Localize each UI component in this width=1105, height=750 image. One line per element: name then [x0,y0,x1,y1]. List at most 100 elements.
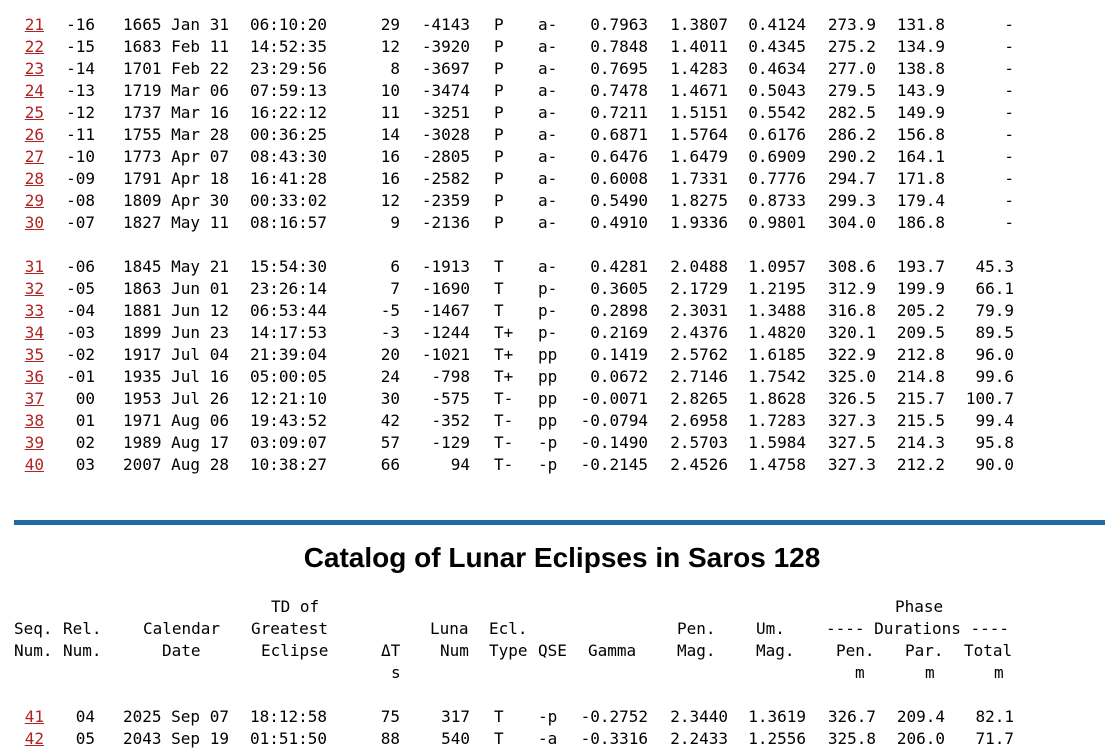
dur-total-cell: - [1004,169,1014,188]
luna-num-cell: -1913 [421,257,470,276]
table-row: 23 -14 1701 Feb 22 23:29:56 8 -3697 Pa- 0.7695 1… [0,58,1105,80]
ecl-type-cell: T- [494,411,514,430]
pen-mag-cell: 1.6479 [670,147,728,166]
seq-num-link[interactable]: 25 [14,102,44,124]
table-row: 30 -07 1827 May 11 08:16:57 9 -2136 Pa- 0.4910 1… [0,212,1105,234]
rel-num-cell: -14 [66,59,95,78]
dur-pen-cell: 275.2 [827,37,876,56]
rel-num-cell: -11 [66,125,95,144]
dur-total-cell: 99.4 [975,411,1014,430]
pen-mag-cell: 1.4671 [670,81,728,100]
pen-mag-cell: 1.8275 [670,191,728,210]
um-mag-cell: 1.7283 [748,411,806,430]
delta-t-cell: 12 [380,191,400,210]
td-greatest-cell: 05:00:05 [250,367,328,386]
dur-pen-cell: 273.9 [827,15,876,34]
calendar-date-cell: 1881 Jun 12 [123,301,229,320]
pen-mag-cell: 2.7146 [670,367,728,386]
calendar-date-cell: 1791 Apr 18 [123,169,229,188]
seq-num-link[interactable]: 42 [14,728,44,750]
calendar-date-cell: 1773 Apr 07 [123,147,229,166]
seq-num-link[interactable]: 31 [14,256,44,278]
calendar-date-cell: 1917 Jul 04 [123,345,229,364]
table-row: 22 -15 1683 Feb 11 14:52:35 12 -3920 Pa- 0.7848… [0,36,1105,58]
qse-cell: a- [538,103,558,122]
header-ecl-line1: Ecl. [489,619,528,638]
dur-total-cell: 95.8 [975,433,1014,452]
ecl-type-cell: T [494,257,504,276]
td-greatest-cell: 01:51:50 [250,729,328,748]
seq-num-link[interactable]: 34 [14,322,44,344]
td-greatest-cell: 23:26:14 [250,279,328,298]
ecl-type-cell: P [494,103,504,122]
seq-num-link[interactable]: 33 [14,300,44,322]
pen-mag-cell: 2.4376 [670,323,728,342]
luna-num-cell: -129 [431,433,470,452]
seq-num-link[interactable]: 29 [14,190,44,212]
seq-num-link[interactable]: 37 [14,388,44,410]
ecl-type-cell: T+ [494,345,514,364]
seq-num-link[interactable]: 21 [14,14,44,36]
table-row: 41 04 2025 Sep 07 18:12:58 75 317 T -p -0.2752 2.… [0,706,1105,728]
seq-num-link[interactable]: 36 [14,366,44,388]
pen-mag-cell: 2.1729 [670,279,728,298]
dur-par-cell: 143.9 [896,81,945,100]
dur-pen-cell: 326.5 [827,389,876,408]
gamma-cell: 0.7211 [590,103,648,122]
qse-cell: a- [538,15,558,34]
seq-num-link[interactable]: 32 [14,278,44,300]
header-calendar-line2: Date [162,641,201,660]
ecl-type-cell: P [494,37,504,56]
qse-cell: -p [538,433,558,452]
seq-num-link[interactable]: 26 [14,124,44,146]
seq-num-link[interactable]: 28 [14,168,44,190]
dur-par-cell: 215.5 [896,411,945,430]
delta-t-cell: 7 [390,279,400,298]
seq-num-link[interactable]: 40 [14,454,44,476]
dur-pen-cell: 290.2 [827,147,876,166]
dur-par-cell: 156.8 [896,125,945,144]
seq-num-link[interactable]: 22 [14,36,44,58]
qse-cell: a- [538,147,558,166]
gamma-cell: 0.6008 [590,169,648,188]
calendar-date-cell: 1701 Feb 22 [123,59,229,78]
seq-num-link[interactable]: 35 [14,344,44,366]
header-duration-par-unit: m [925,663,935,682]
header-durations: ---- Durations ---- [826,619,1010,638]
seq-num-link[interactable]: 38 [14,410,44,432]
header-dt-unit: s [391,663,401,682]
td-greatest-cell: 15:54:30 [250,257,328,276]
seq-num-link[interactable]: 23 [14,58,44,80]
catalog-title: Catalog of Lunar Eclipses in Saros 128 [303,542,821,573]
header-duration-total: Total [964,641,1013,660]
ecl-type-cell: P [494,169,504,188]
qse-cell: pp [538,411,558,430]
delta-t-cell: 29 [380,15,400,34]
calendar-date-cell: 1827 May 11 [123,213,229,232]
pen-mag-cell: 2.0488 [670,257,728,276]
td-greatest-cell: 19:43:52 [250,411,328,430]
seq-num-link[interactable]: 30 [14,212,44,234]
dur-pen-cell: 327.5 [827,433,876,452]
dur-pen-cell: 327.3 [827,455,876,474]
dur-total-cell: - [1004,59,1014,78]
calendar-date-cell: 1989 Aug 17 [123,433,229,452]
seq-num-link[interactable]: 41 [14,706,44,728]
seq-num-link[interactable]: 39 [14,432,44,454]
dur-pen-cell: 322.9 [827,345,876,364]
rel-num-cell: -12 [66,103,95,122]
ecl-type-cell: P [494,125,504,144]
seq-num-link[interactable]: 24 [14,80,44,102]
gamma-cell: -0.1490 [580,433,648,452]
calendar-date-cell: 1935 Jul 16 [123,367,229,386]
dur-total-cell: 90.0 [975,455,1014,474]
qse-cell: a- [538,37,558,56]
pen-mag-cell: 1.5764 [670,125,728,144]
td-greatest-cell: 16:22:12 [250,103,328,122]
td-greatest-cell: 06:10:20 [250,15,328,34]
table-row: 25 -12 1737 Mar 16 16:22:12 11 -3251 Pa- 0.7211… [0,102,1105,124]
seq-num-link[interactable]: 27 [14,146,44,168]
qse-cell: a- [538,213,558,232]
calendar-date-cell: 1665 Jan 31 [123,15,229,34]
delta-t-cell: 10 [380,81,400,100]
